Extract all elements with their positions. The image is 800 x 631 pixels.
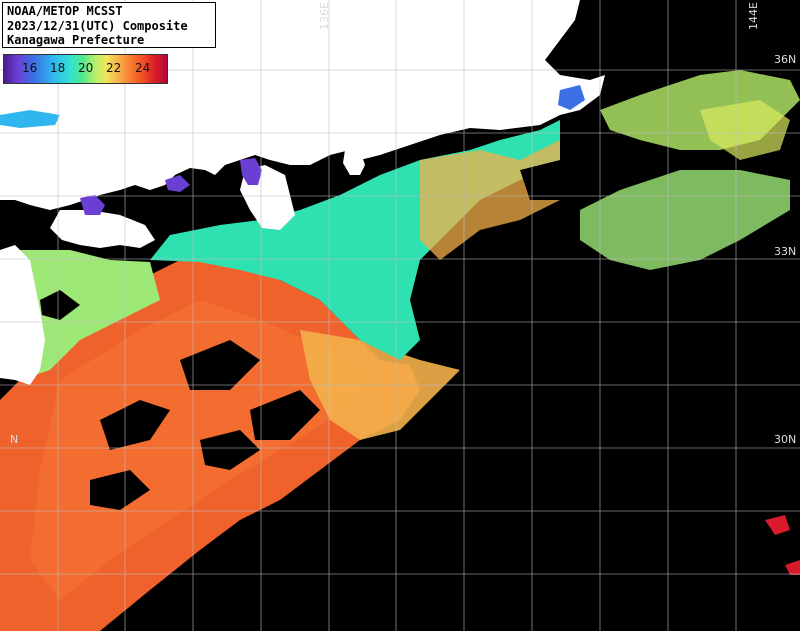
- lon-label-144e: 144E: [747, 2, 760, 30]
- colorbar-label-22: 22: [106, 61, 122, 75]
- lat-label-36n: 36N: [774, 53, 797, 66]
- colorbar-label-18: 18: [50, 61, 66, 75]
- colorbar-label-16: 16: [22, 61, 38, 75]
- lat-label-30n: 30N: [774, 433, 797, 446]
- title-line-3: Kanagawa Prefecture: [7, 33, 145, 47]
- lat-label-33n: 33N: [774, 245, 797, 258]
- map-title-box: NOAA/METOP MCSST 2023/12/31(UTC) Composi…: [2, 2, 216, 48]
- colorbar-label-24: 24: [135, 61, 151, 75]
- sst-map: [0, 0, 800, 631]
- colorbar-label-20: 20: [78, 61, 94, 75]
- title-line-1: NOAA/METOP MCSST: [7, 4, 123, 18]
- lat-label-left: N: [10, 433, 19, 446]
- lon-label-136e: 136E: [318, 2, 331, 30]
- title-line-2: 2023/12/31(UTC) Composite: [7, 18, 188, 33]
